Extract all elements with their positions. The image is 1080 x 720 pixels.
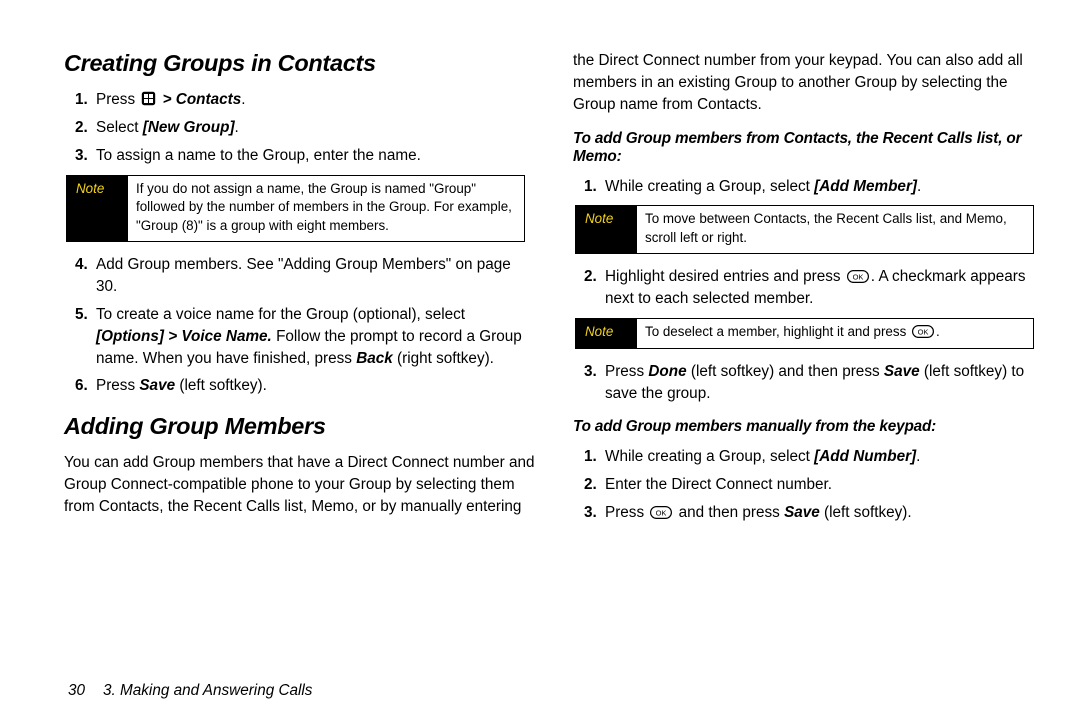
svg-text:OK: OK — [656, 509, 667, 518]
text-bold-italic: [Add Number] — [814, 448, 916, 465]
ok-key-icon: OK — [650, 506, 672, 519]
menu-key-icon — [141, 91, 156, 106]
chapter-title: 3. Making and Answering Calls — [103, 682, 312, 700]
step-2: Select [New Group]. — [92, 117, 535, 139]
text: To create a voice name for the Group (op… — [96, 306, 465, 323]
note-box-3: Note To deselect a member, highlight it … — [575, 318, 1034, 349]
subhead-add-manual: To add Group members manually from the k… — [573, 418, 1044, 436]
text: (left softkey) and then press — [691, 363, 880, 380]
steps-creating-groups-cont: Add Group members. See "Adding Group Mem… — [64, 254, 535, 397]
col-right: the Direct Connect number from your keyp… — [573, 50, 1044, 672]
footer: 30 3. Making and Answering Calls — [64, 682, 1044, 700]
step-5: To create a voice name for the Group (op… — [92, 304, 535, 370]
heading-creating-groups: Creating Groups in Contacts — [64, 50, 535, 77]
note-label: Note — [67, 176, 128, 242]
columns: Creating Groups in Contacts Press > Cont… — [64, 50, 1044, 672]
step-b2: Enter the Direct Connect number. — [601, 474, 1044, 496]
text: (right softkey). — [397, 350, 494, 367]
para-continued: the Direct Connect number from your keyp… — [573, 50, 1044, 116]
step-1: Press > Contacts. — [92, 89, 535, 111]
steps-add-from-contacts-cont: Highlight desired entries and press OK .… — [573, 266, 1044, 310]
text: (left softkey). — [824, 504, 912, 521]
step-a1: While creating a Group, select [Add Memb… — [601, 176, 1044, 198]
text: and then press — [679, 504, 780, 521]
text-bold-italic: Save — [884, 363, 920, 380]
svg-text:OK: OK — [918, 328, 929, 337]
para-adding-members: You can add Group members that have a Di… — [64, 452, 535, 518]
text: . — [916, 448, 920, 465]
steps-add-from-contacts-end: Press Done (left softkey) and then press… — [573, 361, 1044, 405]
step-a2: Highlight desired entries and press OK .… — [601, 266, 1044, 310]
text-bold-italic: Done — [648, 363, 686, 380]
step-4: Add Group members. See "Adding Group Mem… — [92, 254, 535, 298]
steps-add-from-contacts: While creating a Group, select [Add Memb… — [573, 176, 1044, 198]
text: Select — [96, 119, 139, 136]
subhead-add-from-contacts: To add Group members from Contacts, the … — [573, 130, 1044, 166]
note-box-2: Note To move between Contacts, the Recen… — [575, 205, 1034, 254]
note-label: Note — [576, 206, 637, 253]
text-bold-italic: [Add Member] — [814, 178, 917, 195]
ok-key-icon: OK — [912, 325, 934, 338]
step-b1: While creating a Group, select [Add Numb… — [601, 446, 1044, 468]
steps-add-manual: While creating a Group, select [Add Numb… — [573, 446, 1044, 524]
text: Highlight desired entries and press — [605, 268, 841, 285]
step-a3: Press Done (left softkey) and then press… — [601, 361, 1044, 405]
text: . — [917, 178, 921, 195]
step-3: To assign a name to the Group, enter the… — [92, 145, 535, 167]
text: Press — [96, 91, 135, 108]
steps-creating-groups: Press > Contacts. Select [New Group]. To… — [64, 89, 535, 167]
note-body: If you do not assign a name, the Group i… — [128, 176, 524, 242]
page-number: 30 — [68, 682, 85, 700]
text: . — [241, 91, 245, 108]
text: . — [235, 119, 239, 136]
ok-key-icon: OK — [847, 270, 869, 283]
page: Creating Groups in Contacts Press > Cont… — [0, 0, 1080, 720]
note-body: To move between Contacts, the Recent Cal… — [637, 206, 1033, 253]
col-left: Creating Groups in Contacts Press > Cont… — [64, 50, 535, 672]
text-bold-italic: Save — [139, 377, 175, 394]
text: (left softkey). — [179, 377, 267, 394]
text-bold-italic: > Contacts — [163, 91, 242, 108]
svg-text:OK: OK — [852, 273, 863, 282]
note-label: Note — [576, 319, 637, 348]
text-bold-italic: Save — [784, 504, 820, 521]
note-body: To deselect a member, highlight it and p… — [637, 319, 1033, 348]
text: Press — [96, 377, 135, 394]
step-6: Press Save (left softkey). — [92, 375, 535, 397]
note-box-1: Note If you do not assign a name, the Gr… — [66, 175, 525, 243]
text: While creating a Group, select — [605, 448, 810, 465]
heading-adding-members: Adding Group Members — [64, 413, 535, 440]
text: Press — [605, 363, 644, 380]
text: To deselect a member, highlight it and p… — [645, 324, 906, 339]
text-bold-italic: [Options] > Voice Name. — [96, 328, 272, 345]
text-bold-italic: Back — [356, 350, 393, 367]
text: Press — [605, 504, 644, 521]
step-b3: Press OK and then press Save (left softk… — [601, 502, 1044, 524]
text: While creating a Group, select — [605, 178, 810, 195]
text-bold-italic: [New Group] — [143, 119, 235, 136]
